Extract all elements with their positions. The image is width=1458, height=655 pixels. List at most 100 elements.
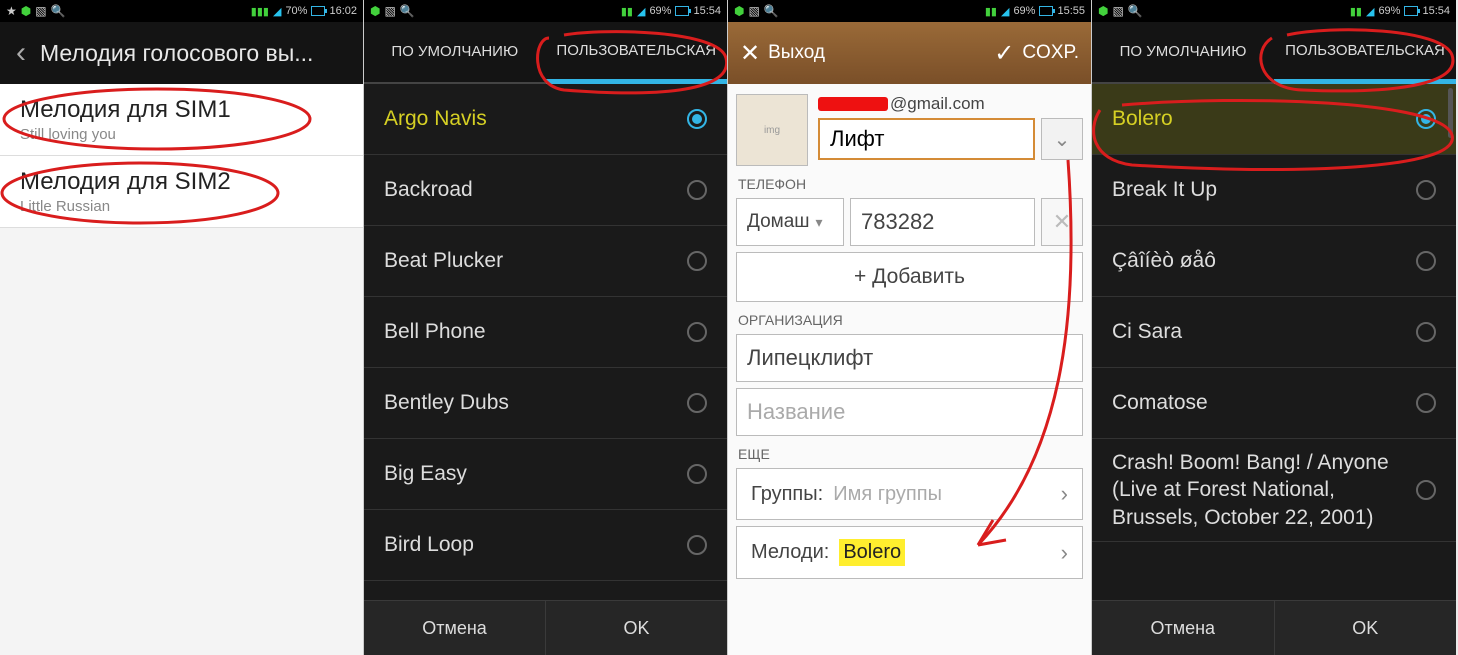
tab-custom[interactable]: ПОЛЬЗОВАТЕЛЬСКАЯ (546, 22, 728, 84)
clear-phone-button[interactable]: ✕ (1041, 198, 1083, 246)
radio-icon (687, 251, 707, 271)
ringtone-label: Ci Sara (1112, 320, 1182, 344)
phone-screen-1: ★ ⬢ ▧ 🔍 ▮▮▮ ◢ 70% 16:02 ‹ Мелодия голосо… (0, 0, 364, 655)
groups-row[interactable]: Группы: Имя группы › (736, 468, 1083, 520)
ringtone-label: Bird Loop (384, 533, 474, 557)
row-subtitle: Little Russian (20, 198, 343, 215)
exit-button[interactable]: ✕ Выход (740, 39, 825, 68)
sim1-ringtone-row[interactable]: Мелодия для SIM1 Still loving you (0, 84, 363, 156)
status-bar: ★ ⬢ ▧ 🔍 ▮▮▮ ◢ 70% 16:02 (0, 0, 363, 22)
ringtone-row[interactable]: Ci Sara (1092, 297, 1456, 368)
signal2-icon: ◢ (1366, 5, 1374, 18)
radio-icon (687, 535, 707, 555)
back-button[interactable]: ‹ (6, 33, 36, 73)
sim2-ringtone-row[interactable]: Мелодия для SIM2 Little Russian (0, 156, 363, 228)
groups-value: Имя группы (833, 483, 1060, 506)
radio-icon (687, 322, 707, 342)
radio-icon (687, 109, 707, 129)
tab-custom[interactable]: ПОЛЬЗОВАТЕЛЬСКАЯ (1274, 22, 1456, 84)
ringtone-list[interactable]: Bolero Break It Up Çâîíèò øåô Ci Sara Co… (1092, 84, 1456, 600)
org-title-field[interactable]: Название (736, 388, 1083, 436)
chevron-down-icon: ⌄ (1054, 127, 1071, 152)
close-icon: ✕ (1053, 209, 1071, 235)
ringtone-label: Beat Plucker (384, 249, 503, 273)
ringtone-row[interactable]: Bell Phone (364, 297, 727, 368)
ok-button[interactable]: OK (546, 601, 727, 655)
ringtone-row[interactable]: Мелоди: Bolero › (736, 526, 1083, 579)
signal-icon: ▮▮ (621, 5, 633, 18)
ringtone-row[interactable]: Beat Plucker (364, 226, 727, 297)
ringtone-row[interactable]: Crash! Boom! Bang! / Anyone (Live at For… (1092, 439, 1456, 542)
scrollbar[interactable] (1448, 88, 1453, 138)
phone-type-select[interactable]: Домаш ▾ (736, 198, 844, 246)
ringtone-row[interactable]: Backroad (364, 155, 727, 226)
clock: 15:54 (693, 5, 721, 17)
org-company-field[interactable]: Липецклифт (736, 334, 1083, 382)
account-email: @gmail.com (818, 94, 1083, 114)
ringtone-row[interactable]: Çâîíèò øåô (1092, 226, 1456, 297)
search-icon: 🔍 (51, 4, 66, 18)
ringtone-value: Bolero (839, 539, 905, 566)
battery-icon (1404, 6, 1418, 16)
expand-name-button[interactable]: ⌄ (1041, 118, 1083, 160)
phone-field[interactable]: 783282 (850, 198, 1035, 246)
header: ‹ Мелодия голосового вы... (0, 22, 363, 84)
name-field[interactable]: Лифт (818, 118, 1035, 160)
ringtone-row[interactable]: Bentley Dubs (364, 368, 727, 439)
ringtone-label: Bolero (1112, 107, 1173, 131)
section-org: ОРГАНИЗАЦИЯ (738, 312, 1081, 328)
save-button[interactable]: ✓ COXP. (994, 39, 1079, 68)
battery-pct: 70% (285, 5, 307, 17)
signal2-icon: ◢ (637, 5, 645, 18)
email-suffix: @gmail.com (890, 94, 985, 114)
battery-pct: 69% (1378, 5, 1400, 17)
row-subtitle: Still loving you (20, 126, 343, 143)
radio-icon (687, 393, 707, 413)
tab-default[interactable]: ПО УМОЛЧАНИЮ (1092, 22, 1274, 84)
ok-button[interactable]: OK (1275, 601, 1457, 655)
page-title: Мелодия голосового вы... (40, 40, 313, 67)
ringtone-row[interactable]: Bird Loop (364, 510, 727, 581)
ringtone-row[interactable]: Bolero (1092, 84, 1456, 155)
radio-icon (1416, 251, 1436, 271)
search-icon: 🔍 (1128, 4, 1143, 18)
shield-icon: ⬢ (370, 4, 380, 18)
signal2-icon: ◢ (1001, 5, 1009, 18)
ringtone-picker: ПО УМОЛЧАНИЮ ПОЛЬЗОВАТЕЛЬСКАЯ Argo Navis… (364, 22, 727, 655)
shield-icon: ⬢ (734, 4, 744, 18)
clock: 15:54 (1422, 5, 1450, 17)
signal-icon: ▮▮▮ (251, 5, 269, 18)
row-title: Мелодия для SIM2 (20, 168, 343, 196)
phone-screen-4: ⬢ ▧ 🔍 ▮▮ ◢ 69% 15:54 ПО УМОЛЧАНИЮ ПОЛЬЗО… (1092, 0, 1456, 655)
radio-icon (1416, 180, 1436, 200)
signal2-icon: ◢ (273, 5, 281, 18)
avatar[interactable]: img (736, 94, 808, 166)
content: Мелодия для SIM1 Still loving you Мелоди… (0, 84, 363, 655)
ringtone-row[interactable]: Break It Up (1092, 155, 1456, 226)
tab-default[interactable]: ПО УМОЛЧАНИЮ (364, 22, 546, 84)
cancel-button[interactable]: Отмена (364, 601, 546, 655)
add-phone-button[interactable]: + Добавить (736, 252, 1083, 302)
radio-icon (1416, 109, 1436, 129)
ringtone-row[interactable]: Comatose (1092, 368, 1456, 439)
ringtone-label: Çâîíèò øåô (1112, 249, 1216, 273)
ringtone-row[interactable]: Argo Navis (364, 84, 727, 155)
radio-icon (1416, 322, 1436, 342)
section-more: ЕЩЕ (738, 446, 1081, 462)
ringtone-label: Bell Phone (384, 320, 486, 344)
ringtone-label: Bentley Dubs (384, 391, 509, 415)
signal-icon: ▮▮ (985, 5, 997, 18)
cancel-button[interactable]: Отмена (1092, 601, 1275, 655)
battery-icon (1039, 6, 1053, 16)
status-bar: ⬢ ▧ 🔍 ▮▮ ◢ 69% 15:55 (728, 0, 1091, 22)
ringtone-label: Argo Navis (384, 107, 487, 131)
chevron-right-icon: › (1061, 540, 1068, 566)
exit-label: Выход (768, 42, 825, 64)
search-icon: 🔍 (764, 4, 779, 18)
clock: 16:02 (329, 5, 357, 17)
ringtone-list[interactable]: Argo Navis Backroad Beat Plucker Bell Ph… (364, 84, 727, 600)
groups-label: Группы: (751, 483, 823, 506)
ringtone-row[interactable]: Big Easy (364, 439, 727, 510)
picture-icon: ▧ (748, 4, 759, 18)
battery-pct: 69% (649, 5, 671, 17)
